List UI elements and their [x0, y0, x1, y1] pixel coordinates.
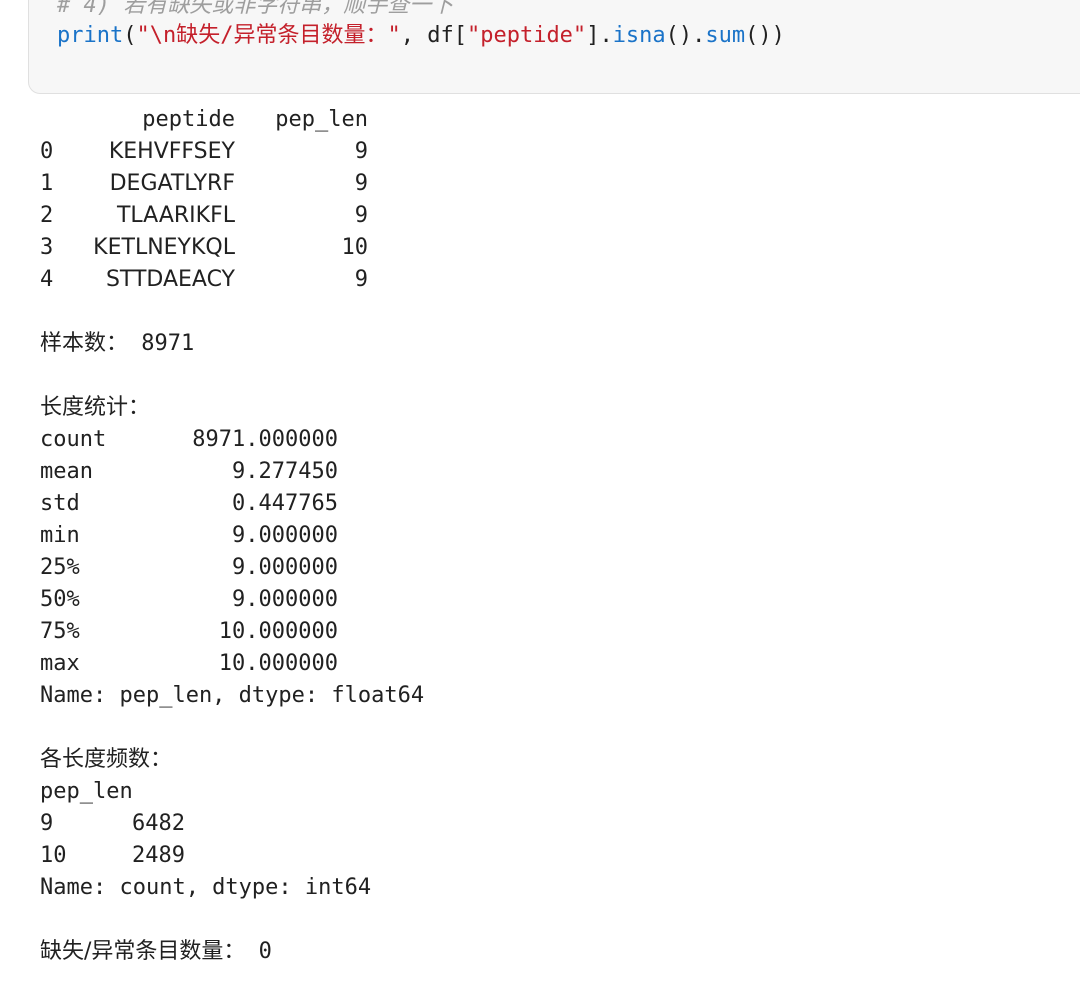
stat-value: 9.000000	[232, 587, 338, 612]
sample-count-label: 样本数：	[40, 331, 129, 356]
dataframe-row: 4 STTDAEACY 9	[40, 264, 1080, 296]
length-freq-footer: Name: count, dtype: int64	[40, 875, 372, 900]
cell-output: peptide pep_len 0 KEHVFFSEY 9 1 DEGATLYR…	[40, 104, 1080, 968]
peptide-cell: DEGATLYRF	[109, 171, 235, 196]
peptide-cell: STTDAEACY	[105, 267, 235, 292]
column-header-pep-len: pep_len	[275, 107, 368, 132]
row-index: 4	[40, 267, 54, 292]
dataframe-row: 1 DEGATLYRF 9	[40, 168, 1080, 200]
length-freq-index-name: pep_len	[40, 779, 133, 804]
code-df-var: df	[427, 23, 454, 48]
code-column-key: "peptide"	[466, 23, 587, 48]
stat-row: mean 9.277450	[40, 456, 1080, 488]
stat-row: 50% 9.000000	[40, 584, 1080, 616]
code-sum-method: sum	[705, 23, 746, 48]
code-isna-method: isna	[612, 23, 666, 48]
stat-value: 0.447765	[232, 491, 338, 516]
freq-row: 9 6482	[40, 808, 1080, 840]
stat-value: 10.000000	[218, 651, 338, 676]
stat-row: 25% 9.000000	[40, 552, 1080, 584]
stat-value: 8971.000000	[192, 427, 338, 452]
missing-count-label: 缺失/异常条目数量：	[40, 939, 246, 964]
row-index: 1	[40, 171, 54, 196]
code-comment: # 4) 若有缺失或非字符串，顺手查一下	[57, 0, 454, 18]
peptide-cell: KETLNEYKQL	[93, 235, 235, 260]
stat-value: 10.000000	[218, 619, 338, 644]
dataframe-header: peptide pep_len	[40, 104, 1080, 136]
sample-count-line: 样本数： 8971	[40, 328, 1080, 360]
length-stats-footer: Name: pep_len, dtype: float64	[40, 683, 425, 708]
dataframe-row: 0 KEHVFFSEY 9	[40, 136, 1080, 168]
code-comment-line: # 4) 若有缺失或非字符串，顺手查一下	[57, 0, 453, 20]
dataframe-row: 3 KETLNEYKQL 10	[40, 232, 1080, 264]
stat-row: max 10.000000	[40, 648, 1080, 680]
code-rbracket: ]	[586, 23, 600, 48]
pep-len-cell: 9	[354, 139, 368, 164]
stat-value: 9.000000	[232, 555, 338, 580]
stat-row: std 0.447765	[40, 488, 1080, 520]
freq-value: 2489	[132, 843, 185, 868]
dataframe-output: peptide pep_len 0 KEHVFFSEY 9 1 DEGATLYR…	[40, 104, 1080, 296]
code-call-parens: ()	[665, 23, 693, 48]
freq-key: 10	[40, 843, 67, 868]
code-lbracket: [	[453, 23, 467, 48]
missing-count-value: 0	[258, 939, 272, 964]
row-index: 3	[40, 235, 54, 260]
dataframe-row: 2 TLAARIKFL 9	[40, 200, 1080, 232]
freq-row: 10 2489	[40, 840, 1080, 872]
freq-value: 6482	[132, 811, 185, 836]
peptide-cell: KEHVFFSEY	[108, 139, 235, 164]
length-stats-table: count 8971.000000 mean 9.277450 std 0.44776…	[40, 424, 1080, 680]
length-freq-table: 9 6482 10 2489	[40, 808, 1080, 872]
stat-value: 9.000000	[232, 523, 338, 548]
freq-key: 9	[40, 811, 54, 836]
code-cell[interactable]: # 4) 若有缺失或非字符串，顺手查一下 print("\n缺失/异常条目数量：…	[28, 0, 1080, 94]
code-close-parens: ())	[745, 23, 785, 48]
pep-len-cell: 10	[341, 235, 369, 260]
row-index: 0	[40, 139, 54, 164]
code-print-line: print("\n缺失/异常条目数量：", df["peptide"].isna…	[57, 22, 785, 50]
column-header-peptide: peptide	[142, 107, 235, 132]
row-index: 2	[40, 203, 54, 228]
stat-row: 75% 10.000000	[40, 616, 1080, 648]
code-separator: ,	[400, 23, 428, 48]
missing-count-line: 缺失/异常条目数量： 0	[40, 936, 1080, 968]
code-print-fn: print	[57, 23, 124, 48]
stat-row: min 9.000000	[40, 520, 1080, 552]
pep-len-cell: 9	[354, 171, 368, 196]
stat-value: 9.277450	[232, 459, 338, 484]
stat-row: count 8971.000000	[40, 424, 1080, 456]
peptide-cell: TLAARIKFL	[116, 203, 235, 228]
code-string-literal: "\n缺失/异常条目数量："	[136, 23, 401, 48]
code-open-paren: (	[123, 23, 137, 48]
pep-len-cell: 9	[354, 267, 368, 292]
sample-count-value: 8971	[141, 331, 195, 356]
code-dot: .	[692, 23, 706, 48]
length-freq-title: 各长度频数：	[40, 747, 173, 772]
length-stats-title: 长度统计：	[40, 395, 151, 420]
code-dot: .	[599, 23, 613, 48]
pep-len-cell: 9	[354, 203, 368, 228]
